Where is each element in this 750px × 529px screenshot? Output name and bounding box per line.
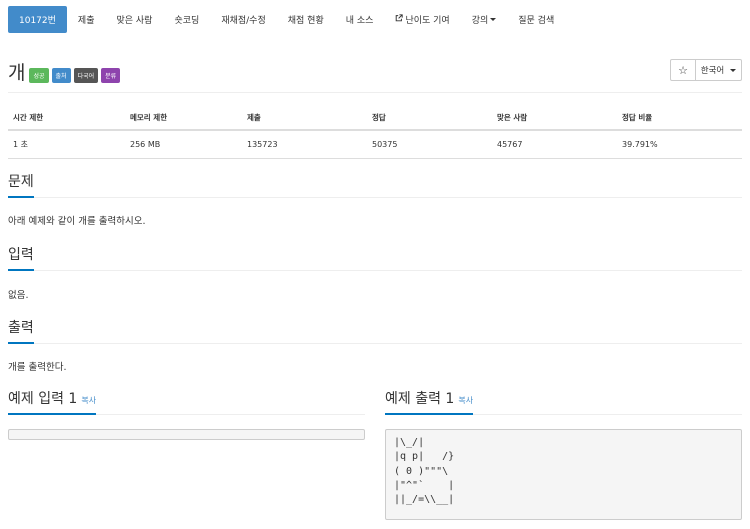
sample-input-heading: 예제 입력 1 복사 xyxy=(8,388,365,415)
memory-limit-value: 256 MB xyxy=(125,130,242,159)
solved-users-value: 45767 xyxy=(492,130,617,159)
tab-rejudge[interactable]: 재채점/수정 xyxy=(210,6,276,33)
title-controls: ☆ 한국어 xyxy=(670,59,742,81)
problem-heading: 문제 xyxy=(8,171,34,198)
sample-output-heading: 예제 출력 1 복사 xyxy=(385,388,742,415)
language-label: 한국어 xyxy=(700,66,725,76)
copy-sample-input-link[interactable]: 복사 xyxy=(81,396,96,405)
sample-input-title-text: 예제 입력 1 xyxy=(8,391,78,407)
header-memory-limit: 메모리 제한 xyxy=(125,106,242,131)
input-heading: 입력 xyxy=(8,244,34,271)
language-dropdown[interactable]: 한국어 xyxy=(696,59,742,81)
label-multilang[interactable]: 다국어 xyxy=(73,67,99,83)
sample-output-box[interactable]: |\_/| |q p| /} ( 0 )"""\ |"^"` | ||_/=\\… xyxy=(385,429,742,520)
copy-sample-output-link[interactable]: 복사 xyxy=(458,396,473,405)
sample-output-title-text: 예제 출력 1 xyxy=(385,391,455,407)
header-time-limit: 시간 제한 xyxy=(8,106,125,131)
tab-difficulty-label: 난이도 기여 xyxy=(405,16,450,26)
header-submissions: 제출 xyxy=(242,106,367,131)
tab-status[interactable]: 채점 현황 xyxy=(277,6,335,33)
input-description: 없음. xyxy=(8,290,29,301)
tab-accepted-users[interactable]: 맞은 사람 xyxy=(105,6,163,33)
output-heading: 출력 xyxy=(8,317,34,344)
sample-input-title: 예제 입력 1 복사 xyxy=(8,388,97,415)
problem-menu: 10172번 제출 맞은 사람 숏코딩 재채점/수정 채점 현황 내 소스 난이… xyxy=(8,6,565,33)
tab-lecture-label: 강의 xyxy=(471,16,489,26)
star-icon: ☆ xyxy=(678,63,688,77)
problem-title-row: 개 성공 출처 다국어 분류 xyxy=(8,58,123,85)
label-category[interactable]: 분류 xyxy=(101,67,121,83)
tab-short-coding[interactable]: 숏코딩 xyxy=(163,6,210,33)
accepted-value: 50375 xyxy=(367,130,492,159)
external-link-icon xyxy=(395,14,404,25)
input-section-heading: 입력 xyxy=(8,244,742,271)
submissions-value: 135723 xyxy=(242,130,367,159)
star-button[interactable]: ☆ xyxy=(670,59,696,81)
problem-section-heading: 문제 xyxy=(8,171,742,198)
table-row: 1 초 256 MB 135723 50375 45767 39.791% xyxy=(8,130,742,159)
time-limit-value: 1 초 xyxy=(8,130,125,159)
output-section-heading: 출력 xyxy=(8,317,742,344)
tab-submit[interactable]: 제출 xyxy=(67,6,106,33)
accept-ratio-value: 39.791% xyxy=(617,130,742,159)
tab-lecture[interactable]: 강의 xyxy=(461,6,508,33)
sample-input-box[interactable] xyxy=(8,429,365,440)
problem-title: 개 xyxy=(8,62,26,84)
tab-my-source[interactable]: 내 소스 xyxy=(335,6,385,33)
header-accept-ratio: 정답 비율 xyxy=(617,106,742,131)
caret-down-icon xyxy=(730,68,737,72)
table-header-row: 시간 제한 메모리 제한 제출 정답 맞은 사람 정답 비율 xyxy=(8,106,742,131)
tab-problem-number[interactable]: 10172번 xyxy=(8,6,67,33)
label-source[interactable]: 출처 xyxy=(51,67,71,83)
sample-output-title: 예제 출력 1 복사 xyxy=(385,388,474,415)
tab-difficulty[interactable]: 난이도 기여 xyxy=(384,6,460,33)
caret-down-icon xyxy=(490,18,497,21)
header-solved-users: 맞은 사람 xyxy=(492,106,617,131)
title-divider xyxy=(8,92,742,93)
problem-info-table: 시간 제한 메모리 제한 제출 정답 맞은 사람 정답 비율 1 초 256 M… xyxy=(8,106,742,159)
label-success: 성공 xyxy=(29,67,49,83)
output-description: 개를 출력한다. xyxy=(8,362,67,373)
header-accepted: 정답 xyxy=(367,106,492,131)
problem-description: 아래 예제와 같이 개를 출력하시오. xyxy=(8,216,146,227)
tab-question-search[interactable]: 질문 검색 xyxy=(507,6,565,33)
